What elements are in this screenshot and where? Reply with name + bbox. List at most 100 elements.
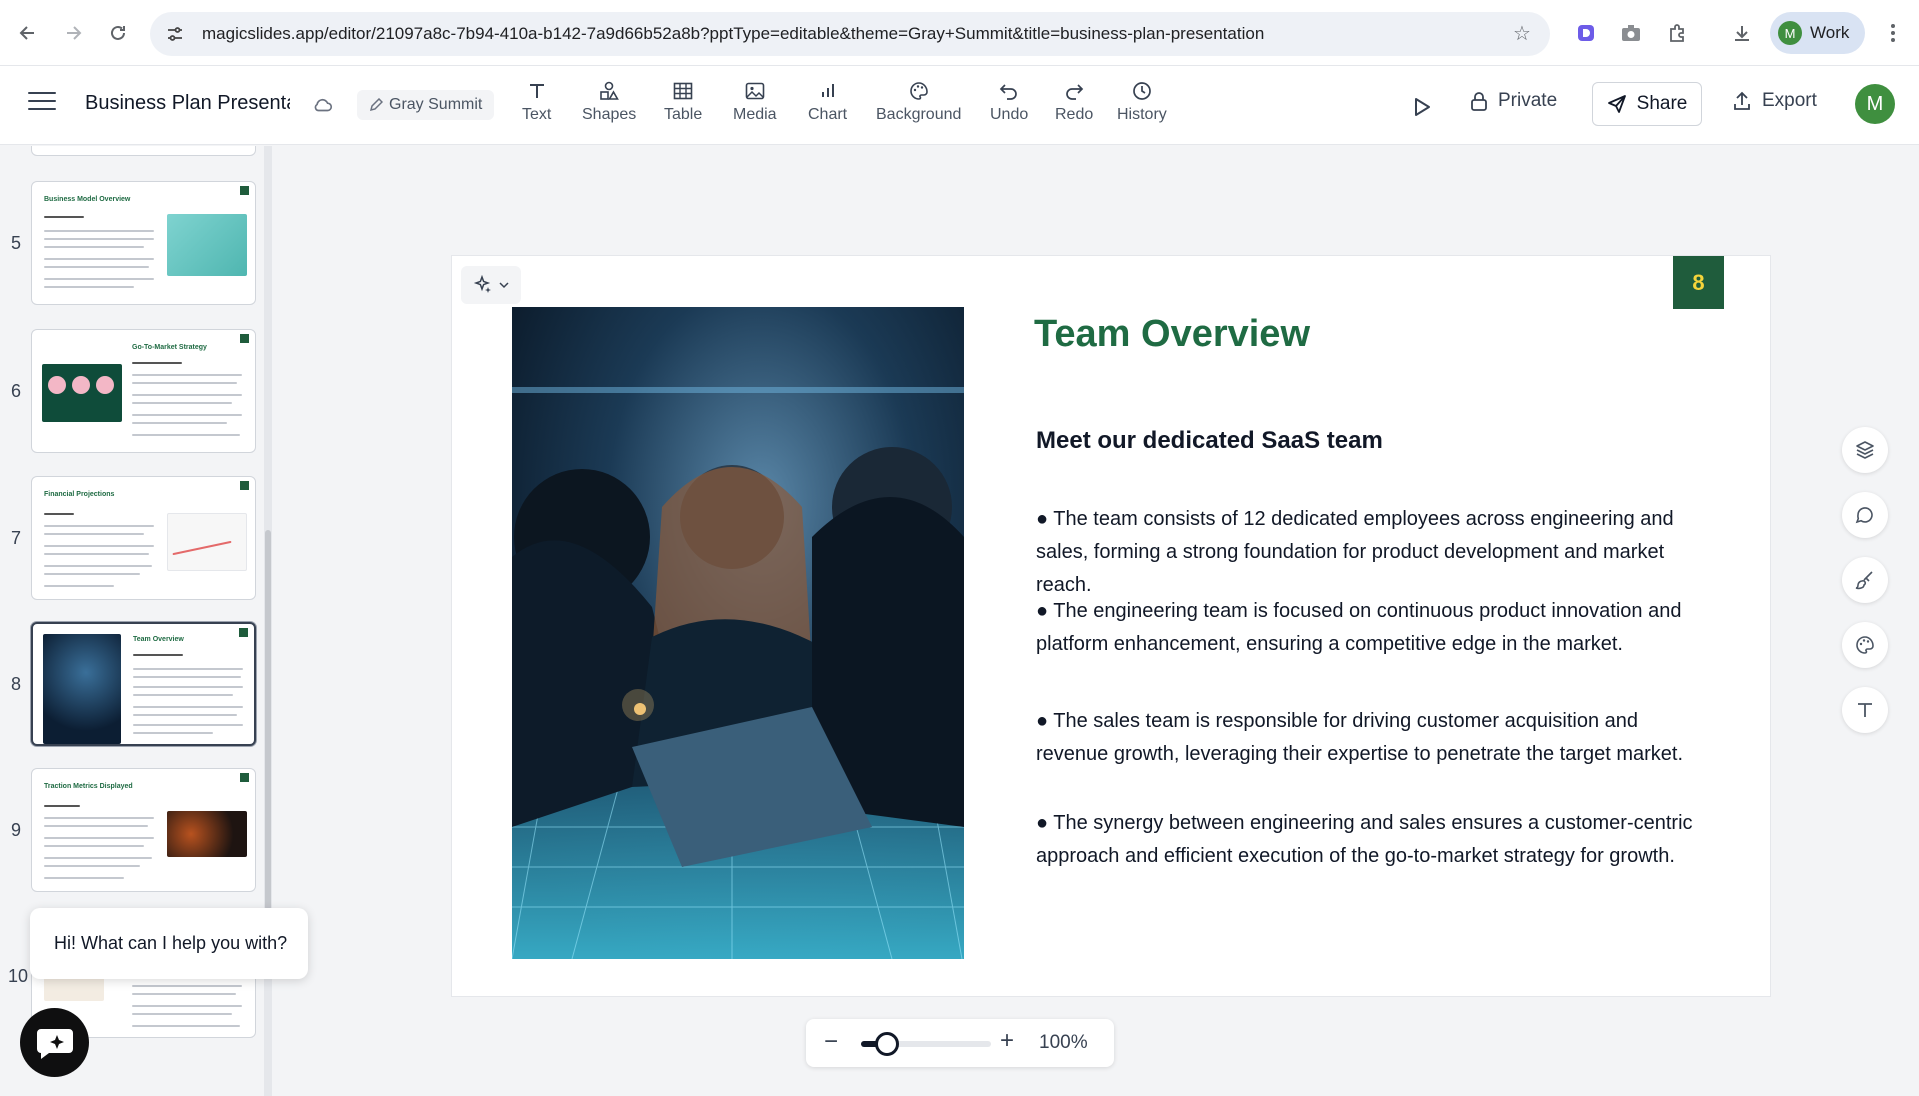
thumbnail-title: Team Overview bbox=[133, 636, 184, 643]
slide-bullet[interactable]: ● The engineering team is focused on con… bbox=[1036, 595, 1704, 661]
zoom-out-button[interactable]: − bbox=[824, 1028, 838, 1056]
palette-icon bbox=[908, 80, 930, 102]
history-icon bbox=[1131, 80, 1153, 102]
send-icon bbox=[1607, 95, 1626, 113]
tool-label: Media bbox=[733, 106, 777, 123]
thumbnail-graphic bbox=[167, 513, 247, 571]
export-label: Export bbox=[1762, 90, 1817, 111]
text-icon bbox=[1858, 703, 1872, 717]
slide-thumbnail-row[interactable]: 5 Business Model Overview bbox=[0, 181, 262, 307]
zoom-slider[interactable] bbox=[861, 1032, 991, 1056]
shapes-tool-button[interactable]: Shapes bbox=[582, 80, 636, 124]
brush-button[interactable] bbox=[1842, 557, 1888, 603]
palette-icon bbox=[1856, 636, 1874, 654]
tool-label: Table bbox=[664, 106, 703, 123]
slide-badge bbox=[239, 628, 248, 637]
zoom-in-button[interactable]: + bbox=[1000, 1027, 1014, 1055]
undo-button[interactable]: Undo bbox=[990, 80, 1028, 124]
browser-menu-icon[interactable] bbox=[1880, 20, 1906, 46]
slide-thumbnail[interactable]: Go-To-Market Strategy bbox=[31, 329, 256, 453]
chart-tool-button[interactable]: Chart bbox=[808, 80, 847, 124]
layers-button[interactable] bbox=[1842, 427, 1888, 473]
slide-badge bbox=[240, 334, 249, 343]
slide-thumbnail-row[interactable]: 7 Financial Projections bbox=[0, 476, 262, 602]
chat-launcher-button[interactable] bbox=[20, 1008, 89, 1077]
background-tool-button[interactable]: Background bbox=[876, 80, 961, 124]
thumbnail-graphic bbox=[167, 811, 247, 857]
bookmark-star-icon[interactable]: ☆ bbox=[1509, 20, 1535, 46]
slide-number: 8 bbox=[10, 674, 21, 694]
slide-thumbnail[interactable]: Business Model Overview bbox=[31, 181, 256, 305]
comments-button[interactable] bbox=[1842, 492, 1888, 538]
theme-palette-button[interactable] bbox=[1842, 622, 1888, 668]
private-button[interactable]: Private bbox=[1470, 90, 1557, 112]
slide-number: 5 bbox=[10, 233, 21, 253]
export-button[interactable]: Export bbox=[1732, 90, 1817, 112]
profile-chip[interactable]: M Work bbox=[1770, 12, 1865, 54]
url-text[interactable]: magicslides.app/editor/21097a8c-7b94-410… bbox=[202, 24, 1264, 44]
share-label: Share bbox=[1636, 93, 1688, 114]
address-bar[interactable]: magicslides.app/editor/21097a8c-7b94-410… bbox=[150, 12, 1550, 56]
brush-icon bbox=[1855, 571, 1873, 590]
extension-d-icon[interactable] bbox=[1573, 20, 1599, 46]
slide-bullet[interactable]: ● The sales team is responsible for driv… bbox=[1036, 705, 1704, 771]
slide-page-number-badge[interactable]: 8 bbox=[1673, 256, 1724, 309]
cloud-save-icon bbox=[314, 98, 333, 112]
chat-bubble-icon bbox=[36, 1028, 73, 1059]
history-button[interactable]: History bbox=[1117, 80, 1167, 124]
slide-bullet[interactable]: ● The team consists of 12 dedicated empl… bbox=[1036, 503, 1704, 602]
slide-bullet[interactable]: ● The synergy between engineering and sa… bbox=[1036, 807, 1704, 873]
tool-label: Redo bbox=[1055, 106, 1094, 123]
theme-selector[interactable]: Gray Summit bbox=[357, 90, 495, 120]
extensions-puzzle-icon[interactable] bbox=[1664, 20, 1690, 46]
slide-thumbnail-row[interactable]: 8 Team Overview bbox=[0, 622, 262, 748]
slide-title[interactable]: Team Overview bbox=[1034, 313, 1310, 356]
typography-button[interactable] bbox=[1842, 687, 1888, 733]
redo-button[interactable]: Redo bbox=[1055, 80, 1093, 124]
slide-thumbnail-active[interactable]: Team Overview bbox=[31, 622, 256, 746]
back-arrow-icon[interactable] bbox=[12, 17, 44, 49]
chevron-down-icon bbox=[499, 282, 509, 289]
reload-icon[interactable] bbox=[102, 17, 134, 49]
tool-label: Background bbox=[876, 106, 962, 123]
chat-greeting-popup[interactable]: Hi! What can I help you with? bbox=[30, 908, 308, 979]
camera-icon[interactable] bbox=[1618, 20, 1644, 46]
table-icon bbox=[672, 80, 694, 102]
slide-thumbnail[interactable]: Traction Metrics Displayed bbox=[31, 768, 256, 892]
ai-magic-button[interactable] bbox=[461, 266, 521, 304]
present-play-icon[interactable] bbox=[1408, 94, 1434, 120]
slide-thumbnail-partial[interactable] bbox=[31, 146, 256, 156]
user-avatar[interactable]: M bbox=[1855, 84, 1895, 124]
slide-number: 6 bbox=[10, 381, 21, 401]
chat-greeting-text: Hi! What can I help you with? bbox=[54, 933, 288, 953]
thumbnail-graphic bbox=[167, 214, 247, 276]
slide-number: 9 bbox=[10, 820, 21, 840]
slide-subtitle[interactable]: Meet our dedicated SaaS team bbox=[1036, 427, 1383, 455]
site-settings-icon[interactable] bbox=[166, 25, 184, 43]
thumbnail-title: Financial Projections bbox=[44, 491, 115, 498]
tool-label: Text bbox=[522, 106, 552, 123]
upload-icon bbox=[1734, 91, 1750, 110]
table-tool-button[interactable]: Table bbox=[664, 80, 702, 124]
share-button[interactable]: Share bbox=[1592, 82, 1702, 126]
tool-label: Chart bbox=[808, 106, 848, 123]
tool-label: Shapes bbox=[582, 106, 637, 123]
theme-label: Gray Summit bbox=[389, 96, 483, 113]
slide-thumbnail[interactable]: Financial Projections bbox=[31, 476, 256, 600]
team-photo-illustration bbox=[512, 307, 964, 959]
text-tool-button[interactable]: Text bbox=[522, 80, 551, 124]
slide-thumbnail-row[interactable]: 6 Go-To-Market Strategy bbox=[0, 329, 262, 455]
thumbnail-title: Business Model Overview bbox=[44, 196, 131, 203]
zoom-slider-handle[interactable] bbox=[875, 1032, 899, 1056]
slide-badge bbox=[240, 481, 249, 490]
media-tool-button[interactable]: Media bbox=[733, 80, 777, 124]
team-photo[interactable] bbox=[512, 307, 964, 959]
document-title[interactable]: Business Plan Presentati bbox=[85, 92, 290, 115]
download-icon[interactable] bbox=[1729, 20, 1755, 46]
slide-thumbnail-row[interactable]: 9 Traction Metrics Displayed bbox=[0, 768, 262, 894]
sidebar-scrollbar-thumb[interactable] bbox=[265, 530, 271, 910]
slide-number: 7 bbox=[10, 528, 21, 548]
shapes-icon bbox=[598, 80, 620, 102]
menu-hamburger-icon[interactable] bbox=[28, 92, 56, 116]
forward-arrow-icon[interactable] bbox=[57, 17, 89, 49]
